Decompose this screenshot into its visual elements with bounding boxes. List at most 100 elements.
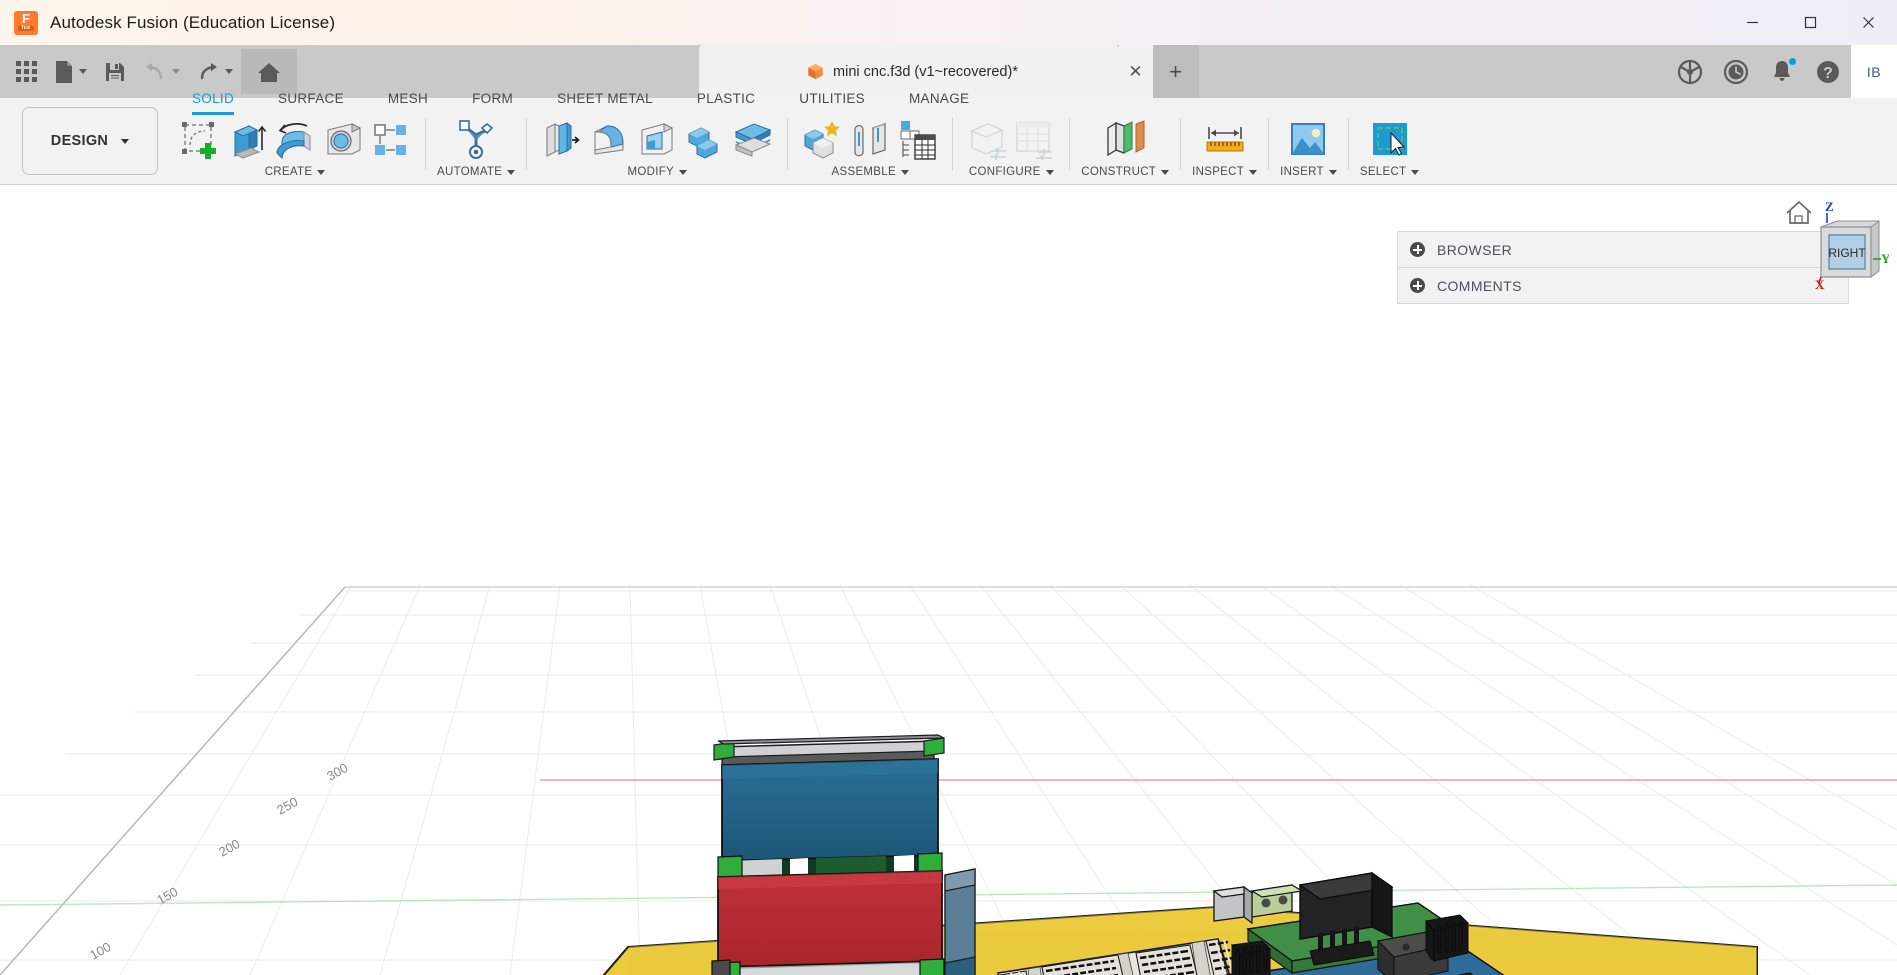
chevron-down-icon [1161, 169, 1170, 175]
rectangular-pattern-button[interactable] [368, 118, 414, 162]
chevron-down-icon [79, 69, 87, 74]
joint-icon [854, 123, 886, 157]
press-pull-button[interactable] [538, 118, 584, 162]
chevron-down-icon [172, 69, 180, 74]
ribbon-separator [787, 118, 789, 170]
automate-generative-icon [459, 120, 494, 159]
clock-icon [1723, 59, 1749, 84]
plug-icon [1677, 59, 1703, 84]
configure-model-button[interactable] [964, 118, 1010, 162]
grid-label-300: 300 [324, 760, 350, 784]
viewport-canvas[interactable]: 50 100 150 200 250 300 [0, 185, 1897, 975]
split-face-button[interactable] [730, 118, 776, 162]
create-sketch-button[interactable] [176, 118, 222, 162]
ribbon-separator [1069, 118, 1071, 170]
workspace-selector[interactable]: DESIGN [22, 107, 158, 175]
offset-plane-button[interactable] [1099, 118, 1151, 162]
grid-label-200: 200 [216, 836, 242, 860]
motion-study-button[interactable] [895, 118, 941, 162]
question-icon: ? [1817, 60, 1839, 83]
ribbon-group-modify-label[interactable]: MODIFY [627, 166, 687, 178]
automate-label: AUTOMATE [437, 166, 503, 178]
new-component-button[interactable] [799, 118, 845, 162]
ribbon-separator [526, 118, 528, 170]
tab-surface[interactable]: SURFACE [256, 85, 366, 111]
ribbon-separator [425, 118, 426, 170]
chevron-down-icon [900, 169, 909, 175]
hole-button[interactable] [320, 118, 366, 162]
orange-cube-icon [808, 63, 823, 80]
grid-label-150: 150 [154, 884, 180, 908]
create-sketch-icon [182, 122, 216, 159]
view-cube[interactable]: RIGHT Z Y X [1779, 191, 1891, 301]
insert-label: INSERT [1280, 166, 1324, 178]
tab-sheet-metal[interactable]: SHEET METAL [535, 85, 675, 111]
tab-solid[interactable]: SOLID [170, 85, 256, 115]
app-title: Autodesk Fusion (Education License) [50, 12, 336, 32]
ribbon-group-assemble: ASSEMBLE [795, 118, 945, 178]
svg-text:?: ? [1823, 65, 1833, 82]
combine-button[interactable] [682, 118, 728, 162]
window-controls [1723, 0, 1897, 45]
maximize-button[interactable] [1781, 0, 1839, 45]
redo-icon [200, 62, 217, 79]
home-icon [258, 62, 280, 82]
axis-label-z: Z [1825, 199, 1834, 214]
inspect-label: INSPECT [1192, 166, 1245, 178]
chevron-down-icon [1328, 169, 1337, 175]
new-file-button[interactable] [46, 49, 95, 94]
plus-circle-icon [1410, 278, 1425, 293]
shell-button[interactable] [634, 118, 680, 162]
app-logo: F fus [14, 10, 38, 35]
grid-icon [15, 61, 37, 82]
home-icon[interactable] [1786, 200, 1812, 224]
ribbon-group-select: SELECT [1356, 118, 1424, 178]
save-button[interactable] [95, 49, 135, 94]
connector-block [1212, 885, 1254, 925]
gantry-red-panel [717, 870, 943, 968]
tab-utilities[interactable]: UTILITIES [777, 85, 887, 111]
grid-label-100: 100 [87, 939, 113, 963]
configure-label: CONFIGURE [968, 166, 1041, 178]
chevron-down-icon [679, 169, 687, 175]
ribbon-group-insert-label[interactable]: INSERT [1280, 166, 1337, 178]
modify-label: MODIFY [627, 166, 674, 178]
file-icon [56, 60, 72, 83]
configure-table-icon [1016, 122, 1053, 160]
hole-icon [327, 123, 362, 155]
combine-icon [688, 127, 718, 159]
ribbon-group-create-label[interactable]: CREATE [265, 166, 326, 178]
plus-circle-icon [1410, 242, 1425, 257]
configure-table-button[interactable] [1012, 118, 1058, 162]
ribbon-group-configure-label[interactable]: CONFIGURE [969, 166, 1054, 178]
revolve-button[interactable] [272, 118, 318, 162]
tab-plastic[interactable]: PLASTIC [675, 85, 777, 111]
chevron-down-icon [317, 169, 326, 175]
ribbon-group-construct-label[interactable]: CONSTRUCT [1081, 166, 1170, 178]
ribbon-group-select-label[interactable]: SELECT [1360, 166, 1420, 178]
ribbon-separator [1347, 118, 1349, 170]
offset-plane-icon [1107, 120, 1145, 157]
select-tool-button[interactable] [1364, 118, 1416, 162]
ribbon-group-assemble-label[interactable]: ASSEMBLE [832, 166, 909, 178]
ribbon-group-inspect-label[interactable]: INSPECT [1192, 166, 1258, 178]
tab-mesh[interactable]: MESH [366, 85, 450, 111]
close-button[interactable] [1839, 0, 1897, 45]
chevron-down-icon [1411, 169, 1420, 175]
workspace-label: DESIGN [50, 133, 109, 149]
automate-button[interactable] [450, 118, 502, 162]
revolve-icon [276, 123, 311, 160]
chevron-down-icon [121, 138, 130, 144]
tab-form[interactable]: FORM [450, 85, 535, 111]
document-tab-label: mini cnc.f3d (v1~recovered)* [833, 63, 1018, 80]
extrude-button[interactable] [224, 118, 270, 162]
tab-manage[interactable]: MANAGE [887, 85, 991, 111]
title-bar: F fus Autodesk Fusion (Education License… [0, 0, 1897, 45]
ribbon-group-automate-label[interactable]: AUTOMATE [437, 166, 516, 178]
measure-button[interactable] [1199, 118, 1251, 162]
insert-canvas-button[interactable] [1282, 118, 1334, 162]
app-grid-button[interactable] [6, 49, 46, 94]
minimize-button[interactable] [1723, 0, 1781, 45]
joint-button[interactable] [847, 118, 893, 162]
fillet-button[interactable] [586, 118, 632, 162]
